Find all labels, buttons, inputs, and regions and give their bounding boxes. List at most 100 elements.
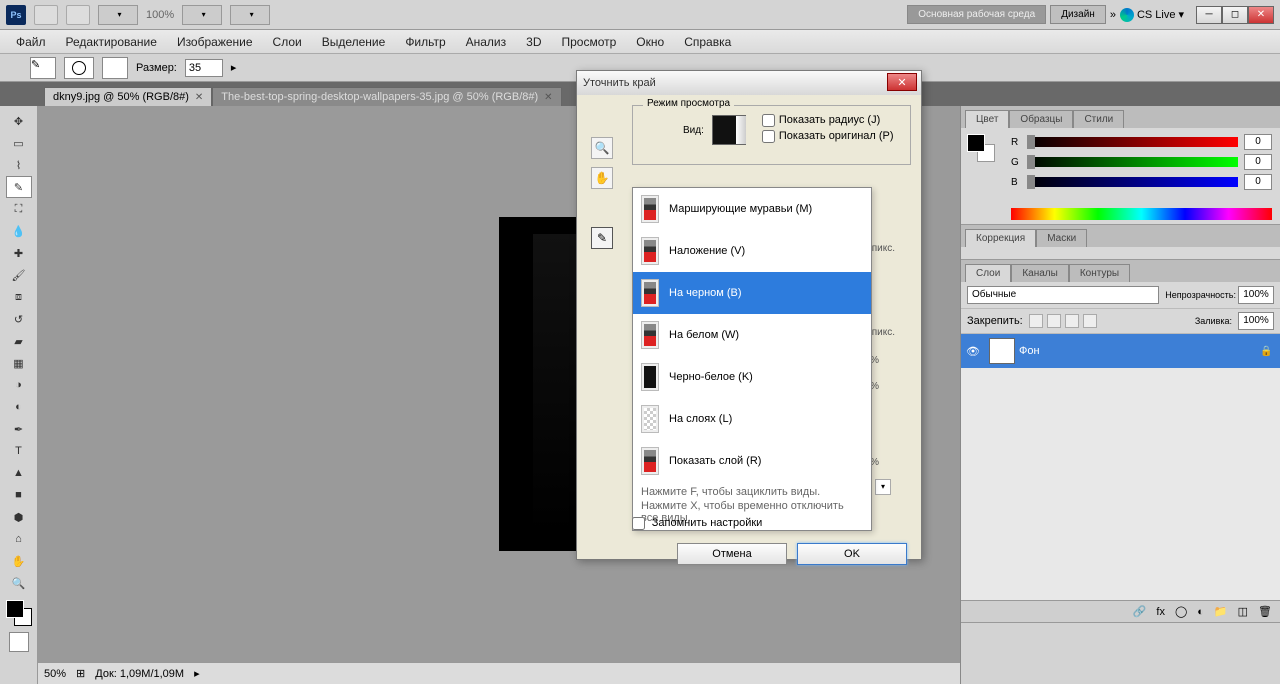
opacity-input[interactable]: 100% [1238,286,1274,304]
menu-view[interactable]: Просмотр [551,31,626,53]
menu-image[interactable]: Изображение [167,31,263,53]
pen-tool[interactable]: ✒ [6,418,32,440]
tab-swatches[interactable]: Образцы [1009,110,1073,128]
group-icon[interactable]: 📁 [1214,605,1228,618]
b-value[interactable]: 0 [1244,174,1272,190]
eyedropper-tool[interactable]: 💧 [6,220,32,242]
tab-adjustments[interactable]: Коррекция [965,229,1036,247]
status-arrow-icon[interactable]: ▸ [194,667,200,680]
hand-tool[interactable]: ✋ [6,550,32,572]
close-button[interactable]: ✕ [1248,6,1274,24]
screenmode-select[interactable] [230,5,270,25]
r-slider[interactable] [1027,137,1238,147]
view-thumb-button[interactable] [712,115,746,145]
view-mode-bw[interactable]: Черно-белое (K) [633,356,871,398]
g-value[interactable]: 0 [1244,154,1272,170]
tab-paths[interactable]: Контуры [1069,264,1130,282]
maximize-button[interactable]: ◻ [1222,6,1248,24]
visibility-icon[interactable]: 👁 [961,345,985,358]
tab-color[interactable]: Цвет [965,110,1009,128]
launch-bridge-icon[interactable] [34,5,58,25]
remember-settings-checkbox[interactable] [632,517,645,530]
history-brush-tool[interactable]: ↺ [6,308,32,330]
menu-select[interactable]: Выделение [312,31,396,53]
close-icon[interactable]: ✕ [544,92,552,103]
view-mode-on-layers[interactable]: На слоях (L) [633,398,871,440]
lock-trans-icon[interactable] [1029,314,1043,328]
doc-tab-1[interactable]: The-best-top-spring-desktop-wallpapers-3… [212,87,561,106]
3d-camera-tool[interactable]: ⌂ [6,528,32,550]
shape-tool[interactable]: ■ [6,484,32,506]
menu-help[interactable]: Справка [674,31,741,53]
zoom-tool-dialog[interactable]: 🔍 [591,137,613,159]
dialog-close-button[interactable]: ✕ [887,73,917,91]
menu-layers[interactable]: Слои [263,31,312,53]
menu-3d[interactable]: 3D [516,31,551,53]
gradient-tool[interactable]: ▦ [6,352,32,374]
workspace-essentials-button[interactable]: Основная рабочая среда [907,5,1046,24]
arrange-docs-select[interactable] [182,5,222,25]
mask-icon[interactable]: ◯ [1175,605,1187,618]
ok-button[interactable]: OK [797,543,907,565]
new-layer-icon[interactable]: ◫ [1238,605,1248,618]
show-radius-checkbox[interactable] [762,114,775,127]
status-info-icon[interactable]: ⊞ [76,667,85,680]
layer-name-label[interactable]: Фон [1019,345,1260,357]
blur-tool[interactable]: ◑ [6,374,32,396]
workspace-design-button[interactable]: Дизайн [1050,5,1106,24]
r-value[interactable]: 0 [1244,134,1272,150]
b-slider[interactable] [1027,177,1238,187]
menu-filter[interactable]: Фильтр [395,31,455,53]
eraser-tool[interactable]: ▰ [6,330,32,352]
view-mode-reveal-layer[interactable]: Показать слой (R) [633,440,871,482]
brush-size-input[interactable]: 35 [185,59,223,77]
fg-bg-swatch[interactable] [6,600,32,626]
tab-layers[interactable]: Слои [965,264,1011,282]
menu-file[interactable]: Файл [6,31,56,53]
current-tool-icon[interactable]: ✎ [30,57,56,79]
lasso-tool[interactable]: ⌇ [6,154,32,176]
cs-live-button[interactable]: CS Live ▾ [1120,8,1184,22]
color-ramp[interactable] [1011,208,1272,220]
view-mode-marching-ants[interactable]: Марширующие муравьи (M) [633,188,871,230]
size-stepper-icon[interactable]: ▸ [231,61,237,74]
tab-masks[interactable]: Маски [1036,229,1087,247]
tab-channels[interactable]: Каналы [1011,264,1069,282]
lock-position-icon[interactable] [1065,314,1079,328]
fill-layer-icon[interactable]: ◐ [1197,606,1204,618]
lock-all-icon[interactable] [1083,314,1097,328]
quickmask-toggle[interactable] [9,632,29,652]
layer-row[interactable]: 👁 Фон 🔒 [961,334,1280,368]
crop-tool[interactable]: ⛶ [6,198,32,220]
menu-analysis[interactable]: Анализ [456,31,517,53]
view-extras-select[interactable] [98,5,138,25]
move-tool[interactable]: ✥ [6,110,32,132]
quick-select-tool[interactable]: ✎ [6,176,32,198]
zoom-display[interactable]: 100% [146,9,174,21]
show-original-checkbox[interactable] [762,130,775,143]
hand-tool-dialog[interactable]: ✋ [591,167,613,189]
marquee-tool[interactable]: ▭ [6,132,32,154]
fx-icon[interactable]: fx [1156,606,1165,618]
menu-window[interactable]: Окно [626,31,674,53]
doc-tab-0[interactable]: dkny9.jpg @ 50% (RGB/8#) ✕ [44,87,212,106]
3d-tool[interactable]: ⬢ [6,506,32,528]
panel-fgbg-swatch[interactable] [967,134,995,162]
trash-icon[interactable]: 🗑 [1258,605,1272,618]
healing-tool[interactable]: ✚ [6,242,32,264]
minimize-button[interactable]: ─ [1196,6,1222,24]
stamp-tool[interactable]: ⧈ [6,286,32,308]
lock-pixels-icon[interactable] [1047,314,1061,328]
view-mode-on-white[interactable]: На белом (W) [633,314,871,356]
cancel-button[interactable]: Отмена [677,543,787,565]
zoom-tool[interactable]: 🔍 [6,572,32,594]
workspace-more-icon[interactable]: » [1110,9,1116,21]
g-slider[interactable] [1027,157,1238,167]
status-zoom[interactable]: 50% [44,668,66,680]
menu-edit[interactable]: Редактирование [56,31,167,53]
mini-bridge-icon[interactable] [66,5,90,25]
fill-input[interactable]: 100% [1238,312,1274,330]
output-select-arrow-icon[interactable]: ▾ [875,479,891,495]
blend-mode-select[interactable]: Обычные [967,286,1159,304]
type-tool[interactable]: T [6,440,32,462]
